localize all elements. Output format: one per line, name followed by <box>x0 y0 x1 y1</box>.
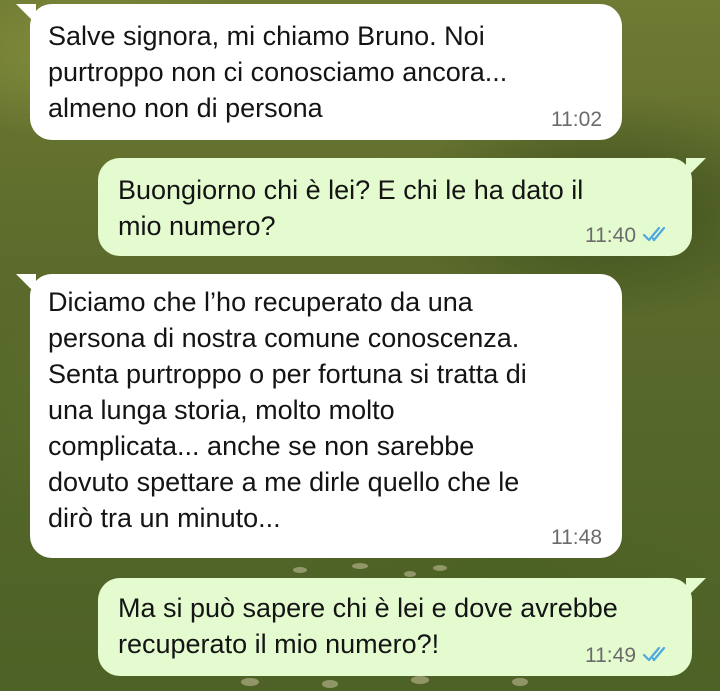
message-time: 11:48 <box>551 526 602 549</box>
message-bubble-outgoing[interactable]: Buongiorno chi è lei? E chi le ha dato i… <box>98 158 706 256</box>
message-meta: 11:02 <box>551 108 602 132</box>
message-time: 11:40 <box>585 224 636 247</box>
bubble-tail <box>686 578 706 598</box>
message-bubble-incoming[interactable]: Salve signora, mi chiamo Bruno. Noi purt… <box>16 4 622 140</box>
bubble-tail <box>16 274 36 294</box>
message-text: Salve signora, mi chiamo Bruno. Noi purt… <box>48 21 508 123</box>
message-text: Diciamo che l’ho recuperato da una perso… <box>48 287 527 533</box>
message-meta: 11:40 <box>585 224 672 248</box>
bubble-tail <box>686 158 706 178</box>
message-meta: 11:48 <box>551 526 602 550</box>
double-check-read-icon <box>642 645 672 668</box>
message-text: Buongiorno chi è lei? E chi le ha dato i… <box>118 175 584 241</box>
message-bubble-incoming[interactable]: Diciamo che l’ho recuperato da una perso… <box>16 274 622 558</box>
double-check-read-icon <box>642 225 672 248</box>
message-time: 11:49 <box>585 644 636 667</box>
message-bubble-outgoing[interactable]: Ma si può sapere chi è lei e dove avrebb… <box>98 578 706 676</box>
bubble-tail <box>16 4 36 24</box>
message-time: 11:02 <box>551 108 602 131</box>
message-meta: 11:49 <box>585 644 672 668</box>
